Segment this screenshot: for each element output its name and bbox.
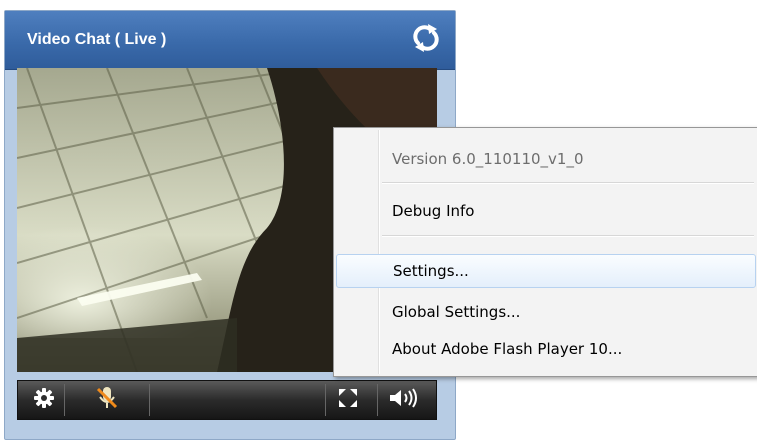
menu-item-global-settings[interactable]: Global Settings...: [336, 295, 756, 329]
menu-item-version: Version 6.0_110110_v1_0: [392, 150, 584, 168]
menu-item-debug-info[interactable]: Debug Info: [336, 194, 756, 228]
refresh-icon[interactable]: [409, 21, 443, 55]
video-control-bar: [17, 380, 437, 420]
menu-separator: [382, 235, 754, 237]
microphone-muted-icon: [94, 385, 120, 416]
widget-title: Video Chat ( Live ): [27, 31, 167, 48]
microphone-button[interactable]: [72, 384, 150, 416]
fullscreen-button[interactable]: [325, 384, 370, 416]
widget-titlebar: Video Chat ( Live ): [5, 11, 455, 70]
volume-button[interactable]: [377, 384, 432, 416]
settings-button[interactable]: [24, 384, 65, 416]
fullscreen-icon: [337, 387, 359, 414]
flash-context-menu: Version 6.0_110110_v1_0 Debug Info Setti…: [333, 127, 757, 377]
menu-item-settings[interactable]: Settings...: [336, 254, 756, 288]
menu-item-about-flash[interactable]: About Adobe Flash Player 10...: [336, 332, 756, 366]
menu-separator: [382, 182, 754, 184]
speaker-volume-icon: [388, 387, 422, 414]
gear-icon: [33, 387, 55, 414]
